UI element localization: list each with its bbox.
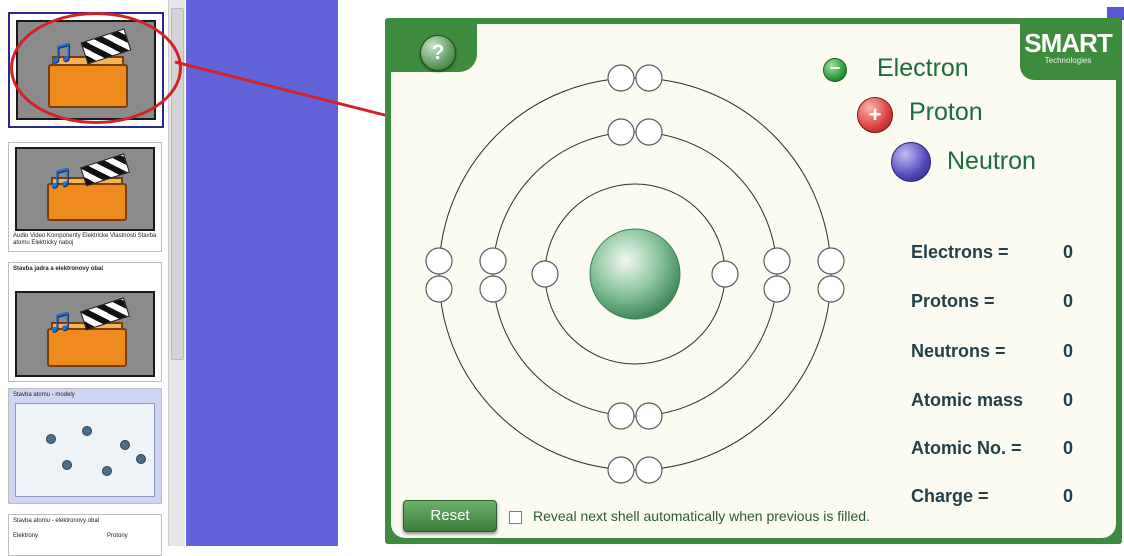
electron-slot[interactable] xyxy=(635,456,663,484)
slide-title: Stavba atomu - modely xyxy=(13,392,75,398)
table-header-electrons: Elektrony xyxy=(13,533,39,539)
smart-logo: SMART Technologies xyxy=(1020,24,1116,80)
slide-title: Stavba atomu - elektronovy obal xyxy=(13,518,100,524)
electron-legend-label: Electron xyxy=(877,54,969,82)
help-tab: ? xyxy=(391,24,477,72)
slide-caption: Audio Video Komponenty Elektricke Vlastn… xyxy=(13,233,157,246)
diagram-node xyxy=(102,466,112,476)
electron-slot[interactable] xyxy=(817,275,845,303)
table-header-protons: Protony xyxy=(107,533,128,539)
media-folder-image: ♫ xyxy=(15,147,155,231)
proton-sign: + xyxy=(868,102,882,127)
neutrons-count-label: Neutrons = xyxy=(911,341,1006,361)
electron-slot[interactable] xyxy=(607,456,635,484)
electron-slot[interactable] xyxy=(635,64,663,92)
atom-model-diagram xyxy=(15,403,155,497)
electron-slot[interactable] xyxy=(479,247,507,275)
logo-text: SMART xyxy=(1024,28,1112,58)
electron-slot[interactable] xyxy=(763,275,791,303)
electron-slot[interactable] xyxy=(817,247,845,275)
electron-slot[interactable] xyxy=(711,260,739,288)
electron-slot[interactable] xyxy=(635,402,663,430)
diagram-node xyxy=(120,440,130,450)
protons-count-value: 0 xyxy=(1063,291,1074,311)
red-highlight-ellipse xyxy=(10,12,182,124)
charge-label: Charge = xyxy=(911,486,989,506)
music-note-icon: ♫ xyxy=(46,300,73,339)
electron-slot[interactable] xyxy=(607,118,635,146)
electron-slot[interactable] xyxy=(479,275,507,303)
widget-canvas: − Electron + Proton Neutron Electrons = … xyxy=(391,24,1116,538)
electrons-count-value: 0 xyxy=(1063,242,1074,262)
slide-thumbnail-3[interactable]: Stavba jadra a elektronovy obal ♫ xyxy=(8,262,162,382)
neutrons-count-value: 0 xyxy=(1063,341,1074,361)
diagram-node xyxy=(136,454,146,464)
charge-value: 0 xyxy=(1063,486,1074,506)
electron-slot[interactable] xyxy=(763,247,791,275)
atom-diagram xyxy=(425,64,845,484)
electron-slot[interactable] xyxy=(607,64,635,92)
proton-legend-label: Proton xyxy=(909,98,983,126)
slide-thumbnail-4[interactable]: Stavba atomu - modely xyxy=(8,388,162,504)
neutron-legend-icon[interactable] xyxy=(891,142,931,182)
atom-builder-widget: − Electron + Proton Neutron Electrons = … xyxy=(385,18,1122,544)
atomic-number-value: 0 xyxy=(1063,438,1074,458)
help-button[interactable]: ? xyxy=(420,35,456,71)
electrons-count-label: Electrons = xyxy=(911,242,1009,262)
music-note-icon: ♫ xyxy=(46,156,73,195)
electron-legend-icon[interactable]: − xyxy=(823,58,847,82)
electron-slot[interactable] xyxy=(531,260,559,288)
electron-slot[interactable] xyxy=(635,118,663,146)
media-folder-image: ♫ xyxy=(15,291,155,377)
nucleus[interactable] xyxy=(589,228,681,320)
slide-title: Stavba jadra a elektronovy obal xyxy=(13,266,104,272)
reset-button[interactable]: Reset xyxy=(403,500,497,532)
reveal-next-shell-label[interactable]: Reveal next shell automatically when pre… xyxy=(533,508,870,524)
diagram-node xyxy=(46,434,56,444)
electron-sign: − xyxy=(829,58,841,78)
neutron-legend-label: Neutron xyxy=(947,147,1036,175)
protons-count-label: Protons = xyxy=(911,291,995,311)
diagram-node xyxy=(62,460,72,470)
diagram-node xyxy=(82,426,92,436)
electron-slot[interactable] xyxy=(607,402,635,430)
atomic-mass-value: 0 xyxy=(1063,390,1074,410)
slide-thumbnail-2[interactable]: ♫ Audio Video Komponenty Elektricke Vlas… xyxy=(8,142,162,252)
slide-thumbnail-5[interactable]: Stavba atomu - elektronovy obal Elektron… xyxy=(8,514,162,556)
electron-slot[interactable] xyxy=(425,247,453,275)
electron-slot[interactable] xyxy=(425,275,453,303)
atomic-mass-label: Atomic mass xyxy=(911,390,1024,410)
proton-legend-icon[interactable]: + xyxy=(857,97,893,133)
reveal-next-shell-checkbox[interactable] xyxy=(509,511,522,524)
atomic-number-label: Atomic No. = xyxy=(911,438,1022,458)
